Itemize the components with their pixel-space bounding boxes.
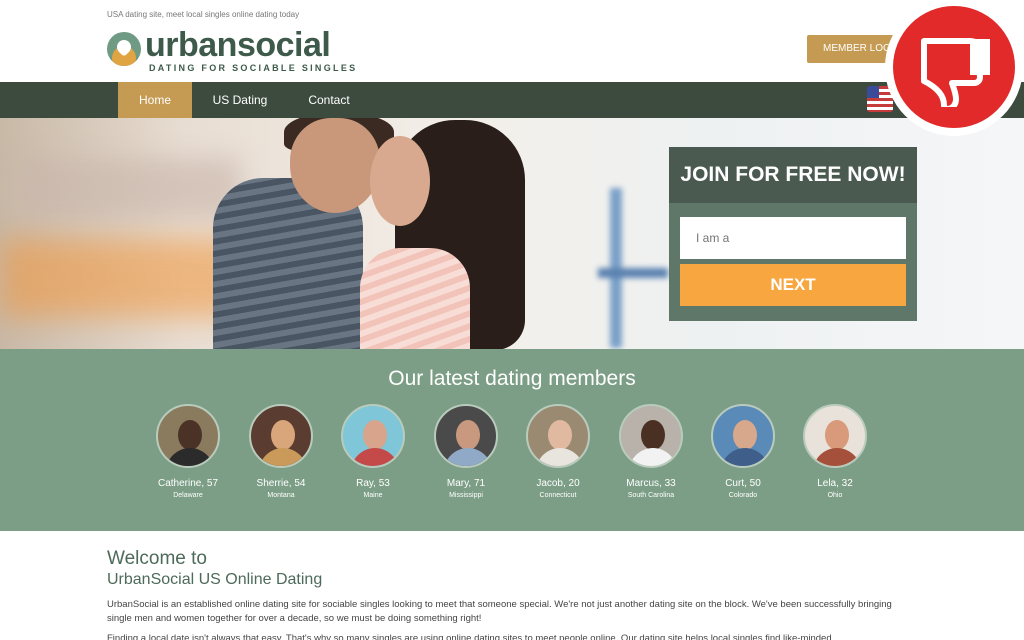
member-name: Ray, 53: [356, 478, 390, 489]
gender-select[interactable]: [680, 217, 906, 259]
member-card[interactable]: Sherrie, 54 Montana: [236, 404, 326, 499]
logo-subtitle: DATING FOR SOCIABLE SINGLES: [149, 63, 358, 73]
avatar: [341, 404, 405, 468]
member-card[interactable]: Mary, 71 Mississippi: [421, 404, 511, 499]
member-card[interactable]: Jacob, 20 Connecticut: [513, 404, 603, 499]
logo-wordmark: urbansocial: [145, 26, 331, 64]
thumbs-down-icon: [921, 38, 990, 107]
avatar: [803, 404, 867, 468]
logo-heart-icon: [107, 32, 141, 66]
member-location: Delaware: [173, 492, 203, 499]
avatar: [526, 404, 590, 468]
thumbs-down-badge: [885, 0, 1023, 136]
member-location: Ohio: [827, 492, 843, 499]
member-location: Montana: [267, 492, 295, 499]
member-location: South Carolina: [627, 492, 675, 499]
member-name: Curt, 50: [725, 478, 761, 489]
avatar: [619, 404, 683, 468]
member-card[interactable]: Lela, 32 Ohio: [790, 404, 880, 499]
member-location: Connecticut: [539, 492, 577, 499]
welcome-paragraph-2: Finding a local date isn't always that e…: [107, 633, 832, 640]
site-logo[interactable]: urbansocial DATING FOR SOCIABLE SINGLES: [107, 26, 367, 74]
member-location: Colorado: [728, 492, 758, 499]
member-name: Sherrie, 54: [256, 478, 306, 489]
next-button[interactable]: NEXT: [680, 264, 906, 306]
member-location: Mississippi: [449, 492, 483, 499]
site-tagline: USA dating site, meet local singles onli…: [107, 10, 300, 19]
nav-us-dating[interactable]: US Dating: [200, 82, 280, 118]
nav-home[interactable]: Home: [118, 82, 192, 118]
member-name: Lela, 32: [817, 478, 853, 489]
avatar: [249, 404, 313, 468]
avatar: [156, 404, 220, 468]
member-location: Maine: [363, 492, 383, 499]
join-title: JOIN FOR FREE NOW!: [669, 147, 917, 203]
member-name: Marcus, 33: [626, 478, 676, 489]
member-card[interactable]: Curt, 50 Colorado: [698, 404, 788, 499]
member-name: Jacob, 20: [536, 478, 580, 489]
welcome-section: Welcome to UrbanSocial US Online Dating …: [107, 548, 917, 640]
member-card[interactable]: Marcus, 33 South Carolina: [606, 404, 696, 499]
member-name: Mary, 71: [446, 478, 486, 489]
avatar: [434, 404, 498, 468]
nav-contact[interactable]: Contact: [295, 82, 363, 118]
welcome-heading: Welcome to: [107, 548, 207, 569]
member-name: Catherine, 57: [157, 478, 219, 489]
latest-members-section: Our latest dating members Catherine, 57 …: [0, 349, 1024, 531]
welcome-subheading: UrbanSocial US Online Dating: [107, 571, 323, 588]
avatar: [711, 404, 775, 468]
members-title: Our latest dating members: [388, 367, 636, 390]
welcome-paragraph: UrbanSocial is an established online dat…: [107, 599, 892, 624]
join-form: JOIN FOR FREE NOW! NEXT: [669, 147, 917, 321]
member-card[interactable]: Catherine, 57 Delaware: [143, 404, 233, 499]
member-card[interactable]: Ray, 53 Maine: [328, 404, 418, 499]
